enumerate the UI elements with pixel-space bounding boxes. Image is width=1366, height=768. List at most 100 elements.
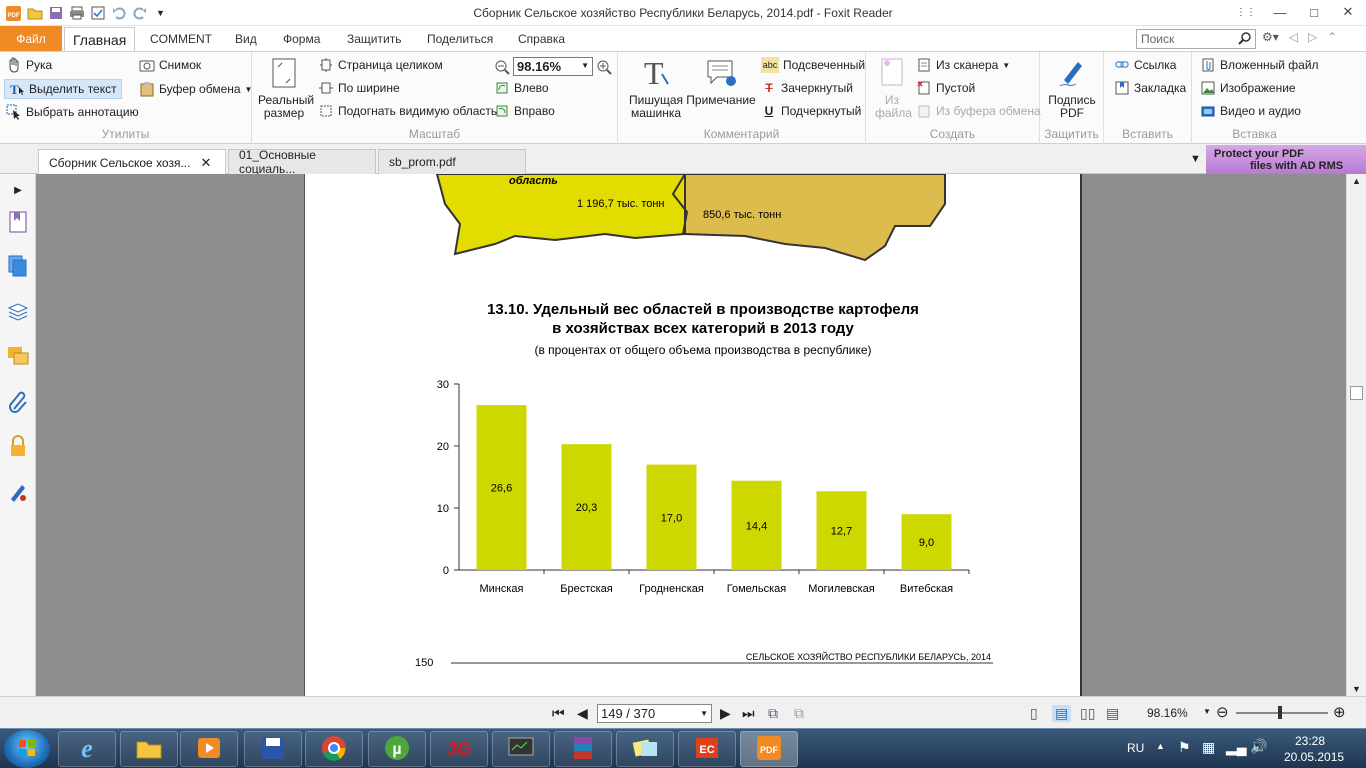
tab-view[interactable]: Вид	[235, 26, 257, 51]
snapshot-tool[interactable]: Снимок	[139, 57, 201, 73]
prev-page-icon[interactable]: ◀	[577, 705, 588, 722]
actual-size-button[interactable]: Реальный размер	[256, 56, 314, 120]
tab-protect[interactable]: Защитить	[347, 26, 401, 51]
first-page-icon[interactable]: ⏮	[552, 705, 565, 722]
note-button[interactable]: Примечание	[686, 56, 756, 107]
bookmarks-panel-icon[interactable]	[6, 210, 30, 234]
tab-home[interactable]: Главная	[64, 27, 136, 52]
link-button[interactable]: Ссылка	[1114, 57, 1176, 73]
image-button[interactable]: Изображение	[1200, 80, 1296, 96]
clipboard-dropdown[interactable]: Буфер обмена ▼	[139, 81, 252, 97]
close-tab-icon[interactable]: ✕	[200, 155, 211, 171]
collapse-ribbon-icon[interactable]: ⌃	[1327, 30, 1337, 44]
taskbar-chrome[interactable]	[305, 731, 363, 767]
search-icon[interactable]	[1238, 31, 1252, 48]
restore-small-icon[interactable]: ⋮⋮	[1236, 2, 1256, 22]
forward-arrow-icon[interactable]: ▷	[1308, 30, 1317, 44]
facing-page-icon[interactable]: ▯▯	[1080, 705, 1095, 722]
taskbar-save[interactable]	[244, 731, 302, 767]
taskbar-utorrent[interactable]: µ	[368, 731, 426, 767]
zoom-in-status-icon[interactable]: ⊕	[1333, 703, 1346, 721]
clock-time[interactable]: 23:28	[1295, 734, 1325, 748]
select-annotation-tool[interactable]: Выбрать аннотацию	[6, 104, 139, 120]
underline-button[interactable]: U Подчеркнутый	[761, 103, 862, 119]
volume-icon[interactable]: 🔊	[1250, 738, 1267, 755]
last-page-icon[interactable]: ⏭	[742, 705, 755, 722]
select-text-tool[interactable]: T Выделить текст	[4, 79, 122, 99]
bookmark-button[interactable]: Закладка	[1114, 80, 1186, 96]
maximize-button[interactable]: □	[1304, 2, 1324, 22]
zoom-input[interactable]: 98.16% ▼	[513, 57, 593, 76]
video-audio-button[interactable]: Видео и аудио	[1200, 103, 1301, 119]
doc-tab-2[interactable]: 01_Основные социаль...	[228, 148, 376, 176]
fit-page-button[interactable]: Страница целиком	[318, 57, 443, 73]
zoom-slider-thumb[interactable]	[1278, 706, 1282, 719]
typewriter-button[interactable]: T Пишущая машинка	[628, 56, 684, 120]
taskbar-ie[interactable]: e	[58, 731, 116, 767]
pages-panel-icon[interactable]	[6, 254, 30, 278]
language-indicator[interactable]: RU	[1127, 741, 1144, 755]
taskbar-monitor[interactable]	[492, 731, 550, 767]
pdf-page[interactable]: область 1 196,7 тыс. тонн 850,6 тыс. тон…	[304, 174, 1082, 696]
from-scanner-button[interactable]: Из сканера ▼	[916, 57, 1010, 73]
document-viewport[interactable]: область 1 196,7 тыс. тонн 850,6 тыс. тон…	[36, 174, 1346, 696]
next-view-icon[interactable]: ⧉	[794, 705, 804, 722]
tab-comment[interactable]: COMMENT	[150, 26, 212, 51]
security-panel-icon[interactable]	[6, 434, 30, 458]
zoom-out-status-icon[interactable]: ⊖	[1216, 703, 1229, 721]
taskbar-notes[interactable]	[616, 731, 674, 767]
from-file-button[interactable]: Из файла	[872, 56, 912, 120]
signatures-panel-icon[interactable]	[6, 480, 30, 504]
network-icon[interactable]: ▦	[1202, 739, 1215, 756]
gear-icon[interactable]: ⚙▾	[1262, 30, 1279, 44]
doc-tab-1[interactable]: Сборник Сельское хозя... ✕	[38, 149, 226, 175]
close-button[interactable]: ✕	[1338, 2, 1358, 22]
blank-page-button[interactable]: Пустой	[916, 80, 975, 96]
previous-view-icon[interactable]: ⧉	[768, 705, 778, 722]
scroll-thumb[interactable]	[1350, 386, 1363, 400]
zoom-in-button[interactable]	[596, 59, 612, 75]
continuous-page-icon[interactable]: ▤	[1052, 705, 1072, 722]
signal-icon[interactable]: ▂▄	[1226, 739, 1247, 756]
expand-panel-icon[interactable]: ▶	[6, 178, 30, 202]
next-page-icon[interactable]: ▶	[720, 705, 731, 722]
clock-date[interactable]: 20.05.2015	[1284, 750, 1344, 764]
taskbar-presentation[interactable]: EC	[678, 731, 736, 767]
back-arrow-icon[interactable]: ◁	[1289, 30, 1298, 44]
page-number-input[interactable]: 149 / 370 ▼	[597, 704, 712, 723]
zoom-slider-track[interactable]	[1236, 712, 1328, 714]
hand-tool[interactable]: Рука	[6, 57, 52, 73]
layers-panel-icon[interactable]	[6, 300, 30, 324]
sign-pdf-button[interactable]: Подпись PDF	[1046, 56, 1098, 120]
start-button[interactable]	[4, 730, 50, 768]
vertical-scrollbar[interactable]: ▲ ▼	[1346, 174, 1366, 696]
taskbar-winrar[interactable]	[554, 731, 612, 767]
highlight-button[interactable]: abc Подсвеченный	[761, 57, 865, 73]
tab-share[interactable]: Поделиться	[427, 26, 493, 51]
page-dropdown-icon[interactable]: ▼	[700, 709, 708, 718]
taskbar-explorer[interactable]	[120, 731, 178, 767]
tab-help[interactable]: Справка	[518, 26, 565, 51]
taskbar-media[interactable]	[180, 731, 238, 767]
fit-width-button[interactable]: По ширине	[318, 80, 400, 96]
rotate-left-button[interactable]: Влево	[494, 80, 549, 96]
action-center-icon[interactable]: ⚑	[1178, 739, 1191, 756]
attachments-panel-icon[interactable]	[6, 390, 30, 414]
comments-panel-icon[interactable]	[6, 344, 30, 368]
single-page-icon[interactable]: ▯	[1030, 705, 1038, 722]
rotate-right-button[interactable]: Вправо	[494, 103, 555, 119]
promo-banner[interactable]: Protect your PDF files with AD RMS	[1206, 145, 1366, 174]
continuous-facing-icon[interactable]: ▤	[1106, 705, 1119, 722]
search-input[interactable]: Поиск	[1136, 29, 1256, 49]
file-tab[interactable]: Файл	[0, 26, 62, 51]
show-hidden-icons-icon[interactable]: ▲	[1156, 741, 1165, 751]
minimize-button[interactable]: —	[1270, 2, 1290, 22]
zoom-dropdown-icon[interactable]: ▼	[581, 61, 589, 70]
doc-tab-3[interactable]: sb_prom.pdf	[378, 149, 526, 174]
status-zoom-dropdown-icon[interactable]: ▼	[1203, 707, 1211, 716]
scroll-up-icon[interactable]: ▲	[1352, 176, 1361, 186]
strikeout-button[interactable]: T Зачеркнутый	[761, 80, 853, 96]
scroll-down-icon[interactable]: ▼	[1352, 684, 1361, 694]
taskbar-3g[interactable]: 3G	[430, 731, 488, 767]
taskbar-foxit[interactable]: PDF	[740, 731, 798, 767]
